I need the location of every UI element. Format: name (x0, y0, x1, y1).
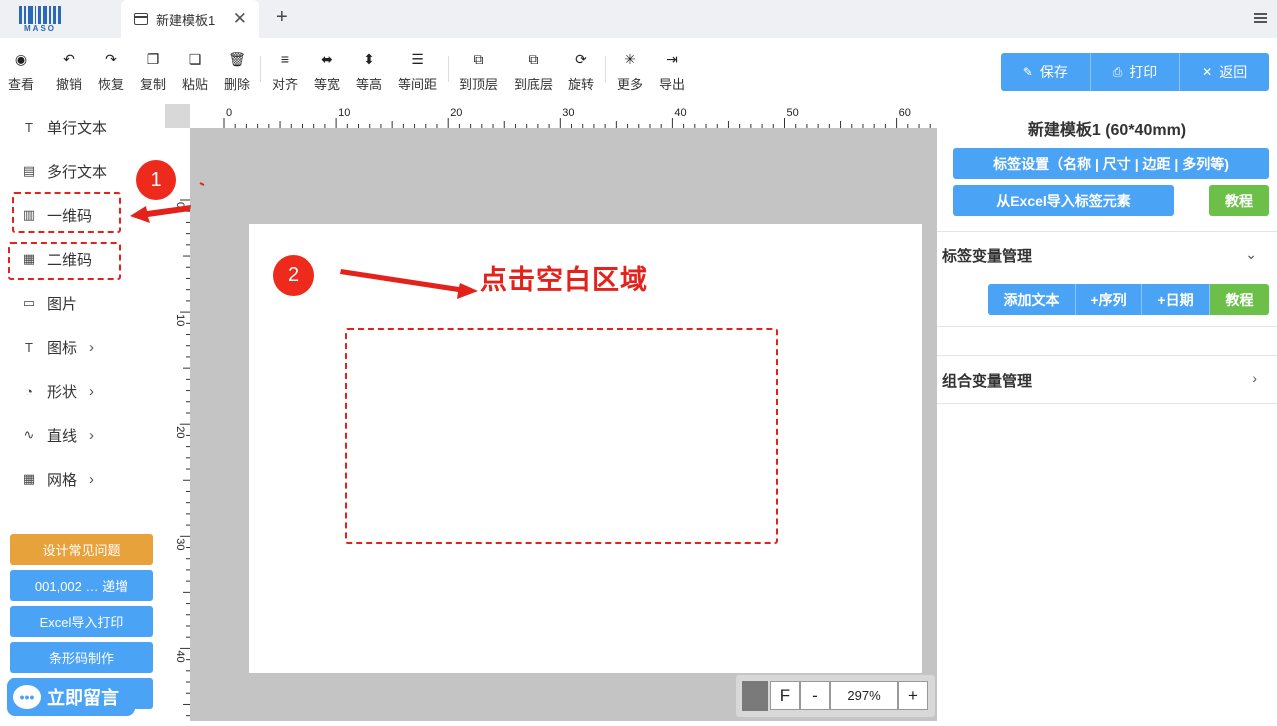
arrow-2 (340, 269, 478, 299)
red-tick-mark (199, 182, 205, 186)
arrow-1 (130, 205, 191, 223)
annotation-arrows (130, 182, 478, 299)
